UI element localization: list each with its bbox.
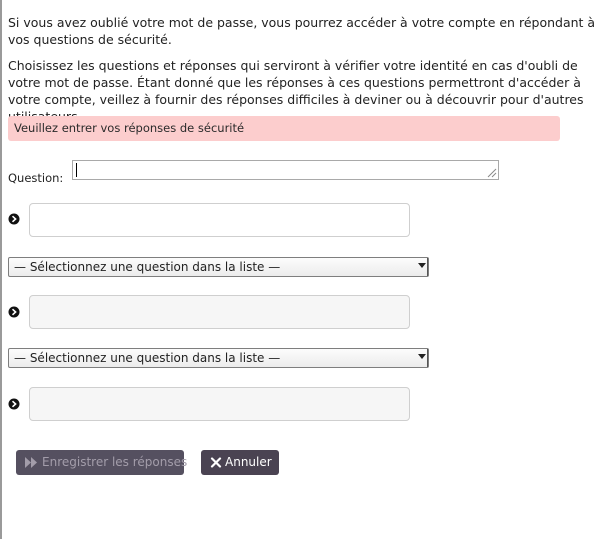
- answer-input-2[interactable]: [29, 295, 410, 329]
- arrow-bullet-icon: [8, 213, 20, 225]
- answer-input-3[interactable]: [29, 387, 410, 421]
- intro-paragraph-1: Si vous avez oublié votre mot de passe, …: [8, 15, 596, 47]
- question-select-2[interactable]: — Sélectionnez une question dans la list…: [8, 257, 429, 277]
- error-alert: Veuillez entrer vos réponses de sécurité: [8, 116, 560, 141]
- question-select-2-value: — Sélectionnez une question dans la list…: [14, 260, 281, 274]
- intro-paragraph-2: Choisissez les questions et réponses qui…: [8, 58, 584, 124]
- cancel-label: Annuler: [225, 455, 272, 469]
- question-textarea[interactable]: [72, 160, 499, 180]
- cancel-button[interactable]: Annuler: [201, 450, 279, 475]
- select-divider: [427, 258, 428, 276]
- arrow-bullet-icon: [8, 398, 20, 410]
- save-answers-button[interactable]: Enregistrer les réponses: [16, 450, 188, 475]
- question-select-3[interactable]: — Sélectionnez une question dans la list…: [8, 348, 429, 368]
- chevron-down-icon: [418, 263, 426, 268]
- save-answers-label: Enregistrer les réponses: [42, 455, 188, 469]
- answer-input-1[interactable]: [29, 203, 410, 237]
- fast-forward-icon: [25, 457, 37, 468]
- arrow-bullet-icon: [8, 306, 20, 318]
- select-divider: [427, 349, 428, 367]
- question-select-3-value: — Sélectionnez une question dans la list…: [14, 351, 281, 365]
- question-label: Question:: [8, 171, 64, 185]
- close-icon: [210, 457, 222, 468]
- text-caret: [76, 163, 77, 177]
- resize-grip-icon[interactable]: [485, 166, 497, 178]
- security-questions-page: Si vous avez oublié votre mot de passe, …: [0, 0, 607, 539]
- chevron-down-icon: [418, 354, 426, 359]
